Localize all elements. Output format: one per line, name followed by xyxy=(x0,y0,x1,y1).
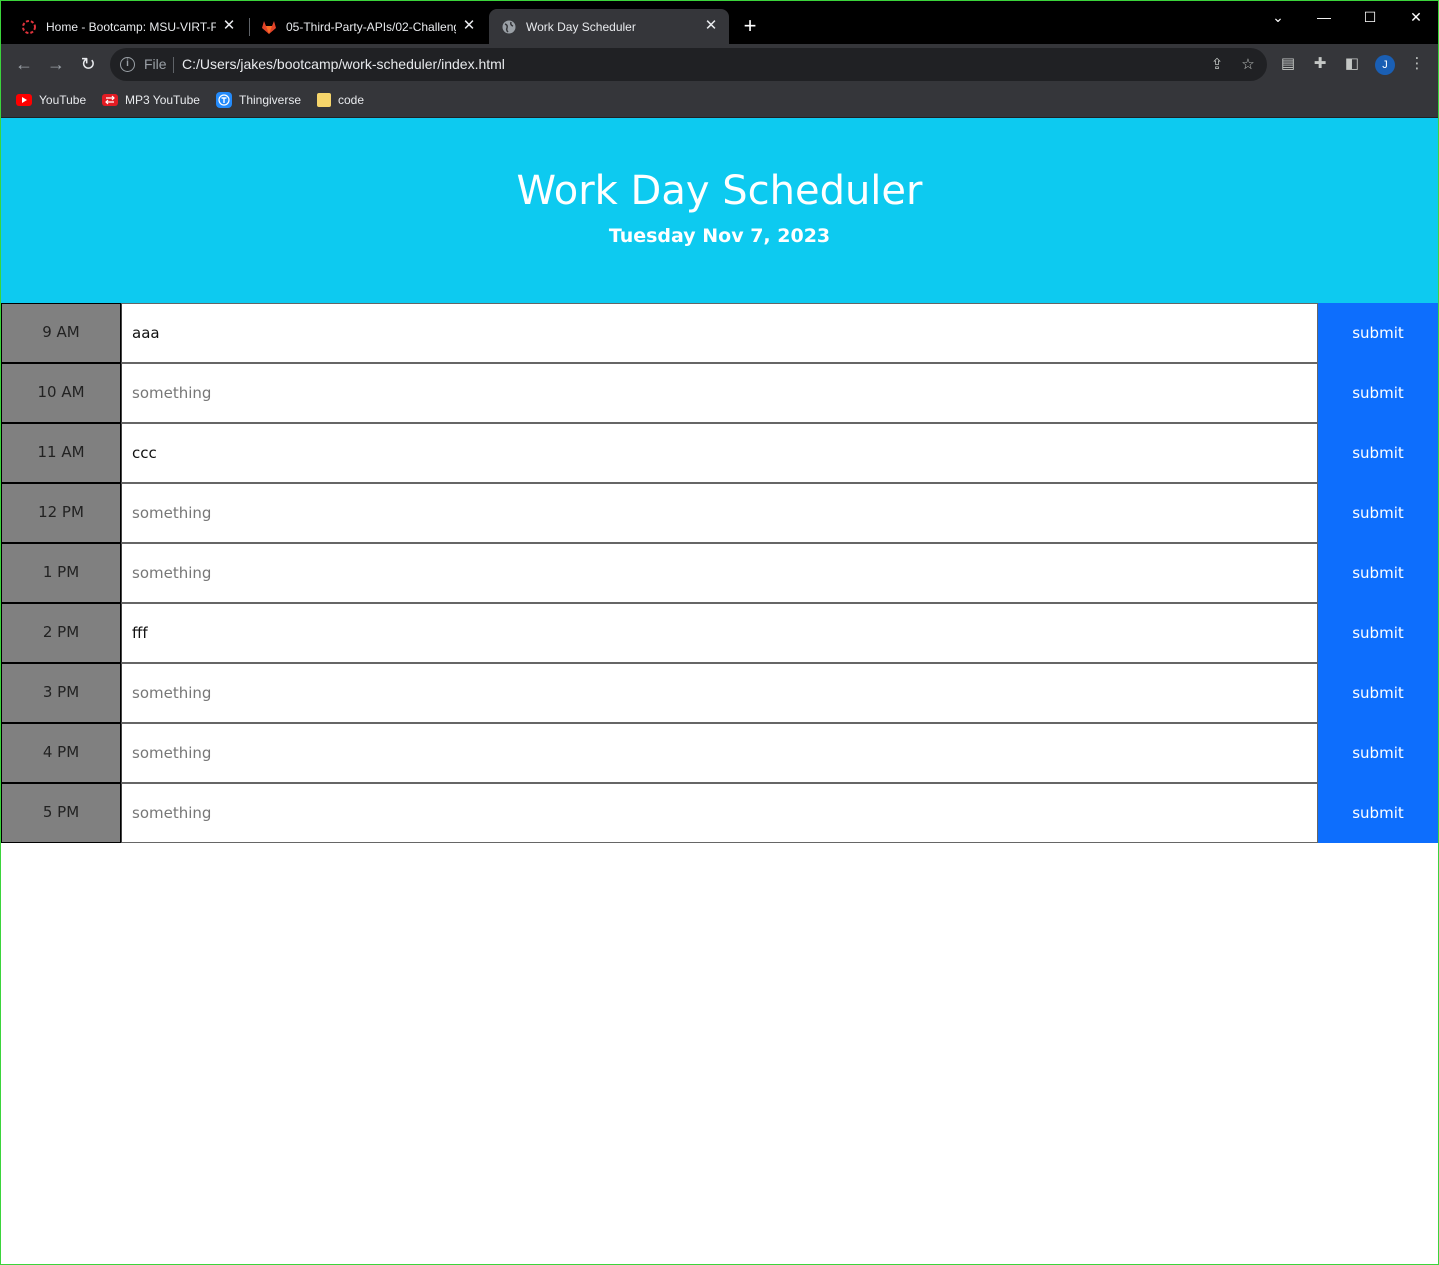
event-input[interactable] xyxy=(121,723,1318,783)
bookmark-mp3-youtube[interactable]: MP3 YouTube xyxy=(102,92,200,108)
hour-label: 10 AM xyxy=(1,363,121,423)
event-input[interactable] xyxy=(121,543,1318,603)
close-icon[interactable]: ✕ xyxy=(461,18,477,34)
hour-label: 11 AM xyxy=(1,423,121,483)
submit-button[interactable]: submit xyxy=(1318,603,1438,663)
hour-label: 3 PM xyxy=(1,663,121,723)
submit-button[interactable]: submit xyxy=(1318,303,1438,363)
tab-title: Home - Bootcamp: MSU-VIRT-F xyxy=(46,19,216,34)
forward-arrow-icon[interactable]: → xyxy=(45,53,67,75)
bookmark-label: MP3 YouTube xyxy=(125,93,200,107)
page-title: Work Day Scheduler xyxy=(516,168,923,214)
tab-title: Work Day Scheduler xyxy=(526,19,636,34)
reload-icon[interactable]: ↻ xyxy=(77,53,99,75)
tab-gitlab[interactable]: 05-Third-Party-APIs/02-Challenge ✕ xyxy=(251,9,487,44)
submit-button[interactable]: submit xyxy=(1318,423,1438,483)
submit-button[interactable]: submit xyxy=(1318,543,1438,603)
event-input[interactable] xyxy=(121,303,1318,363)
tab-bootcamp[interactable]: Home - Bootcamp: MSU-VIRT-F ✕ xyxy=(11,9,247,44)
tab-search-chevron-down-icon[interactable]: ⌄ xyxy=(1255,5,1301,29)
submit-button[interactable]: submit xyxy=(1318,363,1438,423)
header-banner: Work Day Scheduler Tuesday Nov 7, 2023 xyxy=(1,118,1438,303)
time-block-row: 11 AM submit xyxy=(1,423,1438,483)
minimize-icon[interactable]: — xyxy=(1301,5,1347,29)
event-input[interactable] xyxy=(121,783,1318,843)
submit-button[interactable]: submit xyxy=(1318,783,1438,843)
youtube-icon xyxy=(16,94,32,106)
address-bar[interactable]: i File C:/Users/jakes/bootcamp/work-sche… xyxy=(110,48,1267,81)
time-block-row: 9 AM submit xyxy=(1,303,1438,363)
time-block-row: 4 PM submit xyxy=(1,723,1438,783)
time-block-row: 2 PM submit xyxy=(1,603,1438,663)
info-icon[interactable]: i xyxy=(120,57,135,72)
share-icon[interactable]: ⇪ xyxy=(1207,55,1227,75)
window-close-icon[interactable]: ✕ xyxy=(1393,5,1439,29)
current-date: Tuesday Nov 7, 2023 xyxy=(608,225,831,247)
event-input[interactable] xyxy=(121,423,1318,483)
event-input[interactable] xyxy=(121,663,1318,723)
tab-strip: Home - Bootcamp: MSU-VIRT-F ✕ 05-Third-P… xyxy=(1,1,1438,44)
side-panel-icon[interactable]: ◧ xyxy=(1342,54,1362,74)
event-input[interactable] xyxy=(121,603,1318,663)
print-icon[interactable]: ▤ xyxy=(1278,54,1298,74)
mp3-icon xyxy=(102,94,118,106)
folder-icon xyxy=(317,93,331,107)
submit-button[interactable]: submit xyxy=(1318,483,1438,543)
bookmark-youtube[interactable]: YouTube xyxy=(16,92,86,108)
submit-button[interactable]: submit xyxy=(1318,723,1438,783)
hour-label: 5 PM xyxy=(1,783,121,843)
hour-label: 4 PM xyxy=(1,723,121,783)
tab-title: 05-Third-Party-APIs/02-Challenge xyxy=(286,19,456,34)
hour-label: 9 AM xyxy=(1,303,121,363)
submit-button[interactable]: submit xyxy=(1318,663,1438,723)
time-block-list: 9 AM submit 10 AM submit 11 AM submit 12 PM sub… xyxy=(1,303,1438,843)
time-block-row: 10 AM submit xyxy=(1,363,1438,423)
back-arrow-icon[interactable]: ← xyxy=(13,53,35,75)
new-tab-button[interactable]: + xyxy=(739,15,761,37)
globe-icon xyxy=(501,19,517,35)
time-block-row: 1 PM submit xyxy=(1,543,1438,603)
hour-label: 12 PM xyxy=(1,483,121,543)
address-separator xyxy=(173,57,174,73)
page-content: Work Day Scheduler Tuesday Nov 7, 2023 9… xyxy=(1,118,1438,1264)
time-block-row: 12 PM submit xyxy=(1,483,1438,543)
bookmark-thingiverse[interactable]: Thingiverse xyxy=(216,92,301,108)
time-block-row: 5 PM submit xyxy=(1,783,1438,843)
bookmark-folder-code[interactable]: code xyxy=(317,92,364,108)
hour-label: 1 PM xyxy=(1,543,121,603)
tab-work-day-scheduler[interactable]: Work Day Scheduler ✕ xyxy=(489,9,729,44)
close-icon[interactable]: ✕ xyxy=(221,18,237,34)
thingiverse-icon xyxy=(216,92,232,108)
maximize-icon[interactable]: ☐ xyxy=(1347,5,1393,29)
bookmark-label: YouTube xyxy=(39,93,87,107)
menu-kebab-icon[interactable]: ⋮ xyxy=(1407,54,1427,74)
address-url[interactable]: C:/Users/jakes/bootcamp/work-scheduler/i… xyxy=(182,56,505,72)
bookmark-star-icon[interactable]: ☆ xyxy=(1238,55,1258,75)
bookmark-label: code xyxy=(338,93,365,107)
time-block-row: 3 PM submit xyxy=(1,663,1438,723)
scheme-label: File xyxy=(144,56,167,72)
bookmark-label: Thingiverse xyxy=(239,93,302,107)
profile-avatar[interactable]: J xyxy=(1375,55,1395,75)
extensions-puzzle-icon[interactable]: ✚ xyxy=(1310,54,1330,74)
bookmarks-bar: YouTube MP3 YouTube Thingiverse code xyxy=(1,84,1438,118)
hour-label: 2 PM xyxy=(1,603,121,663)
bootcamp-favicon-icon xyxy=(21,19,37,35)
close-icon[interactable]: ✕ xyxy=(703,18,719,34)
event-input[interactable] xyxy=(121,363,1318,423)
tab-separator xyxy=(249,18,250,36)
event-input[interactable] xyxy=(121,483,1318,543)
gitlab-favicon-icon xyxy=(261,19,277,35)
browser-toolbar: ← → ↻ i File C:/Users/jakes/bootcamp/wor… xyxy=(1,44,1438,84)
